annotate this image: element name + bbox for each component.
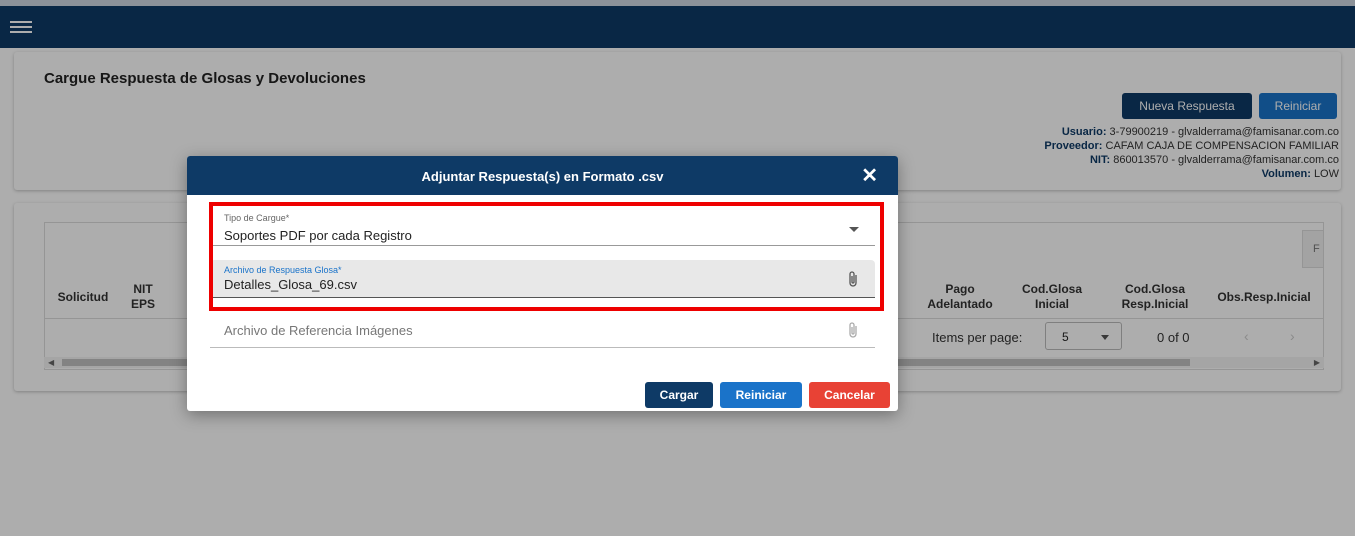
archivo-referencia-placeholder: Archivo de Referencia Imágenes — [224, 323, 413, 338]
cancelar-button[interactable]: Cancelar — [809, 382, 890, 408]
archivo-referencia-field[interactable]: Archivo de Referencia Imágenes — [210, 316, 875, 348]
highlight-box — [209, 202, 884, 311]
dialog-header: Adjuntar Respuesta(s) en Formato .csv ✕ — [187, 156, 898, 195]
attach-icon[interactable] — [847, 321, 859, 339]
reiniciar-button[interactable]: Reiniciar — [720, 382, 802, 408]
cargar-button[interactable]: Cargar — [645, 382, 713, 408]
close-icon[interactable]: ✕ — [861, 166, 878, 186]
field-underline — [210, 347, 875, 348]
dialog-title: Adjuntar Respuesta(s) en Formato .csv — [421, 169, 664, 184]
